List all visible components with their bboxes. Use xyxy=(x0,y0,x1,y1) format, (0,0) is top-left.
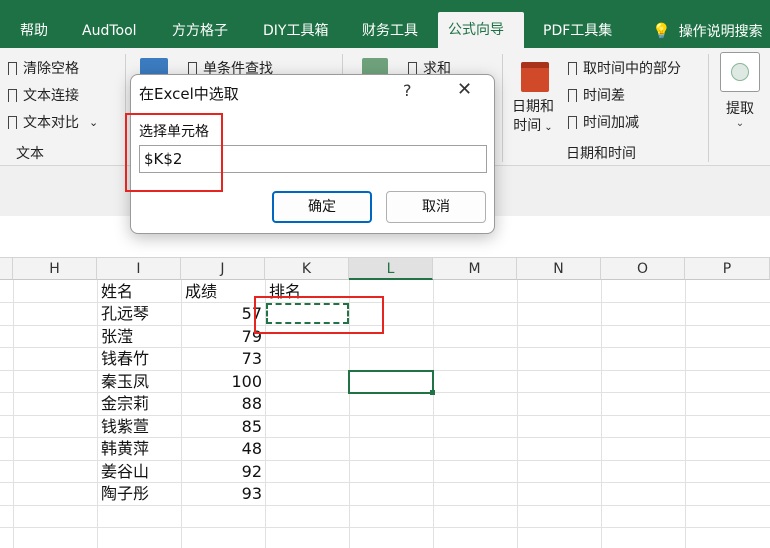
table-row[interactable]: 100 xyxy=(185,371,262,393)
column-header-l[interactable]: L xyxy=(349,258,433,280)
extract-icon xyxy=(720,52,760,92)
table-row[interactable]: 秦玉凤 xyxy=(101,371,149,393)
calendar-icon xyxy=(521,62,549,92)
row-header-corner xyxy=(0,258,13,280)
table-row[interactable]: 韩黄萍 xyxy=(101,438,149,460)
red-highlight-dialog xyxy=(125,113,223,192)
table-row[interactable]: 57 xyxy=(185,303,262,325)
tab-help[interactable]: 帮助 xyxy=(10,13,58,49)
text-group-label: 文本 xyxy=(16,146,44,162)
header-cell-score[interactable]: 成绩 xyxy=(185,281,217,303)
table-row[interactable]: 钱春竹 xyxy=(101,348,149,370)
table-row[interactable]: 48 xyxy=(185,438,262,460)
text-compare-button[interactable]: 文本对比 ⌄ xyxy=(8,112,99,133)
table-row[interactable]: 73 xyxy=(185,348,262,370)
ribbon-tabs: 帮助 AudTool 方方格子 DIY工具箱 财务工具 公式向导 PDF工具集 … xyxy=(0,0,770,48)
column-header-i[interactable]: I xyxy=(97,258,181,280)
column-header-n[interactable]: N xyxy=(517,258,601,280)
column-header-o[interactable]: O xyxy=(601,258,685,280)
chevron-down-icon: ⌄ xyxy=(544,122,553,133)
help-icon[interactable]: ? xyxy=(403,81,412,100)
table-row[interactable]: 张滢 xyxy=(101,326,133,348)
bookmark-icon xyxy=(568,115,577,133)
bookmark-icon xyxy=(568,61,577,79)
active-cell-l5[interactable] xyxy=(348,370,434,394)
table-row[interactable]: 金宗莉 xyxy=(101,393,149,415)
ok-button[interactable]: 确定 xyxy=(272,191,372,223)
time-diff-button[interactable]: 时间差 xyxy=(568,85,625,106)
ribbon-separator xyxy=(708,54,709,162)
tab-pdf[interactable]: PDF工具集 xyxy=(533,13,622,49)
column-header-p[interactable]: P xyxy=(685,258,770,280)
tab-fangfang[interactable]: 方方格子 xyxy=(162,13,238,49)
table-row[interactable]: 79 xyxy=(185,326,262,348)
chevron-down-icon: ⌄ xyxy=(735,118,745,129)
extract-button[interactable]: 提取 ⌄ xyxy=(720,52,760,142)
tab-finance[interactable]: 财务工具 xyxy=(352,13,428,49)
time-part-button[interactable]: 取时间中的部分 xyxy=(568,58,681,79)
fill-handle[interactable] xyxy=(430,390,435,395)
lightbulb-icon: 💡 xyxy=(652,22,671,40)
close-icon[interactable]: ✕ xyxy=(457,79,472,100)
table-row[interactable]: 陶子彤 xyxy=(101,483,149,505)
bookmark-icon xyxy=(408,61,417,79)
tab-diy[interactable]: DIY工具箱 xyxy=(253,13,338,49)
clear-space-button[interactable]: 清除空格 xyxy=(8,58,79,79)
table-row[interactable]: 孔远琴 xyxy=(101,303,149,325)
bookmark-icon xyxy=(8,115,17,133)
datetime-group-label: 日期和时间 xyxy=(566,146,636,162)
ribbon-separator xyxy=(502,54,503,162)
cancel-button[interactable]: 取消 xyxy=(386,191,486,223)
bookmark-icon xyxy=(8,61,17,79)
bookmark-icon xyxy=(568,88,577,106)
text-join-button[interactable]: 文本连接 xyxy=(8,85,79,106)
column-header-h[interactable]: H xyxy=(13,258,97,280)
tab-formula-wizard[interactable]: 公式向导 xyxy=(438,12,524,48)
table-row[interactable]: 92 xyxy=(185,461,262,483)
bookmark-icon xyxy=(188,61,197,79)
table-row[interactable]: 姜谷山 xyxy=(101,461,149,483)
datetime-button[interactable]: 日期和 时间 ⌄ xyxy=(512,98,554,137)
table-row[interactable]: 93 xyxy=(185,483,262,505)
tab-search[interactable]: 💡 操作说明搜索 xyxy=(642,13,770,49)
chevron-down-icon: ⌄ xyxy=(89,115,99,129)
red-highlight-cell xyxy=(254,296,384,334)
column-header-j[interactable]: J xyxy=(181,258,265,280)
column-header-k[interactable]: K xyxy=(265,258,349,280)
table-row[interactable]: 85 xyxy=(185,416,262,438)
dialog-title: 在Excel中选取 xyxy=(139,85,239,103)
bookmark-icon xyxy=(8,88,17,106)
tab-audtool[interactable]: AudTool xyxy=(72,13,147,49)
spreadsheet-grid[interactable]: 姓名 成绩 排名 孔远琴 57 张滢 79 钱春竹 73 秦玉凤 100 金宗莉… xyxy=(0,280,770,548)
column-header-m[interactable]: M xyxy=(433,258,517,280)
table-row[interactable]: 钱紫萱 xyxy=(101,416,149,438)
time-add-button[interactable]: 时间加减 xyxy=(568,112,639,133)
table-row[interactable]: 88 xyxy=(185,393,262,415)
header-cell-name[interactable]: 姓名 xyxy=(101,281,133,303)
